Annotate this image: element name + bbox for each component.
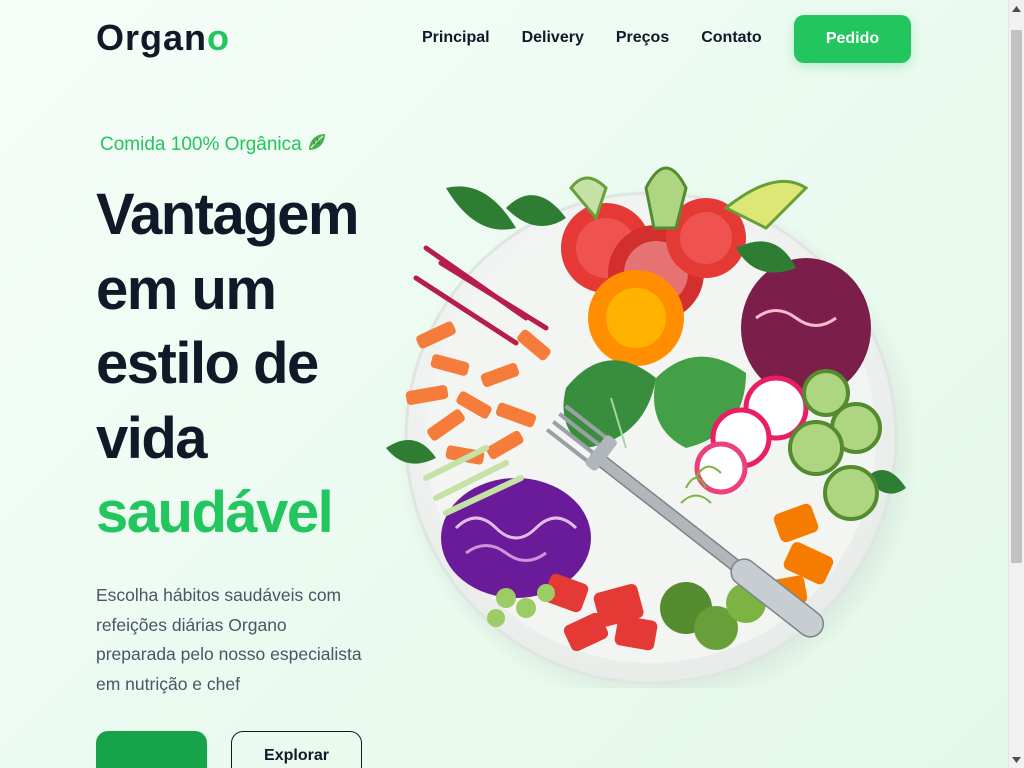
salad-bowl-image <box>386 166 916 688</box>
tagline: Comida 100% Orgânica <box>100 131 328 159</box>
headline-line: Vantagem <box>96 182 360 247</box>
logo-accent-letter: o <box>207 17 231 58</box>
main-nav: Principal Delivery Preços Contato <box>422 26 762 50</box>
order-button[interactable]: Pedido <box>794 15 911 63</box>
logo-text: Organ <box>96 17 208 58</box>
hero-description: Escolha hábitos saudáveis com refeições … <box>96 585 362 694</box>
vertical-scrollbar[interactable] <box>1008 0 1024 768</box>
nav-link-delivery[interactable]: Delivery <box>522 26 584 50</box>
explore-button-label: Explorar <box>264 747 329 764</box>
hero-headline: Vantagem em um estilo de vida saudável <box>96 178 416 551</box>
explore-button[interactable]: Explorar <box>231 731 362 768</box>
start-button[interactable]: Iniciar <box>96 731 207 768</box>
headline-highlight: saudável <box>96 480 334 545</box>
logo[interactable]: Organo <box>96 16 230 60</box>
nav-link-contato[interactable]: Contato <box>701 26 761 50</box>
landing-page: Organo Principal Delivery Preços Contato… <box>0 0 1008 768</box>
scrollbar-thumb[interactable] <box>1011 30 1022 563</box>
nav-link-principal[interactable]: Principal <box>422 26 490 50</box>
headline-line: vida <box>96 405 208 471</box>
scroll-up-arrow-icon[interactable] <box>1009 0 1024 17</box>
headline-line: em um <box>96 256 277 322</box>
leafy-greens-icon <box>306 131 328 159</box>
tagline-text: Comida 100% Orgânica <box>100 134 302 155</box>
nav-link-precos[interactable]: Preços <box>616 26 669 50</box>
scroll-down-arrow-icon[interactable] <box>1009 751 1024 768</box>
headline-line: estilo de <box>96 331 319 396</box>
